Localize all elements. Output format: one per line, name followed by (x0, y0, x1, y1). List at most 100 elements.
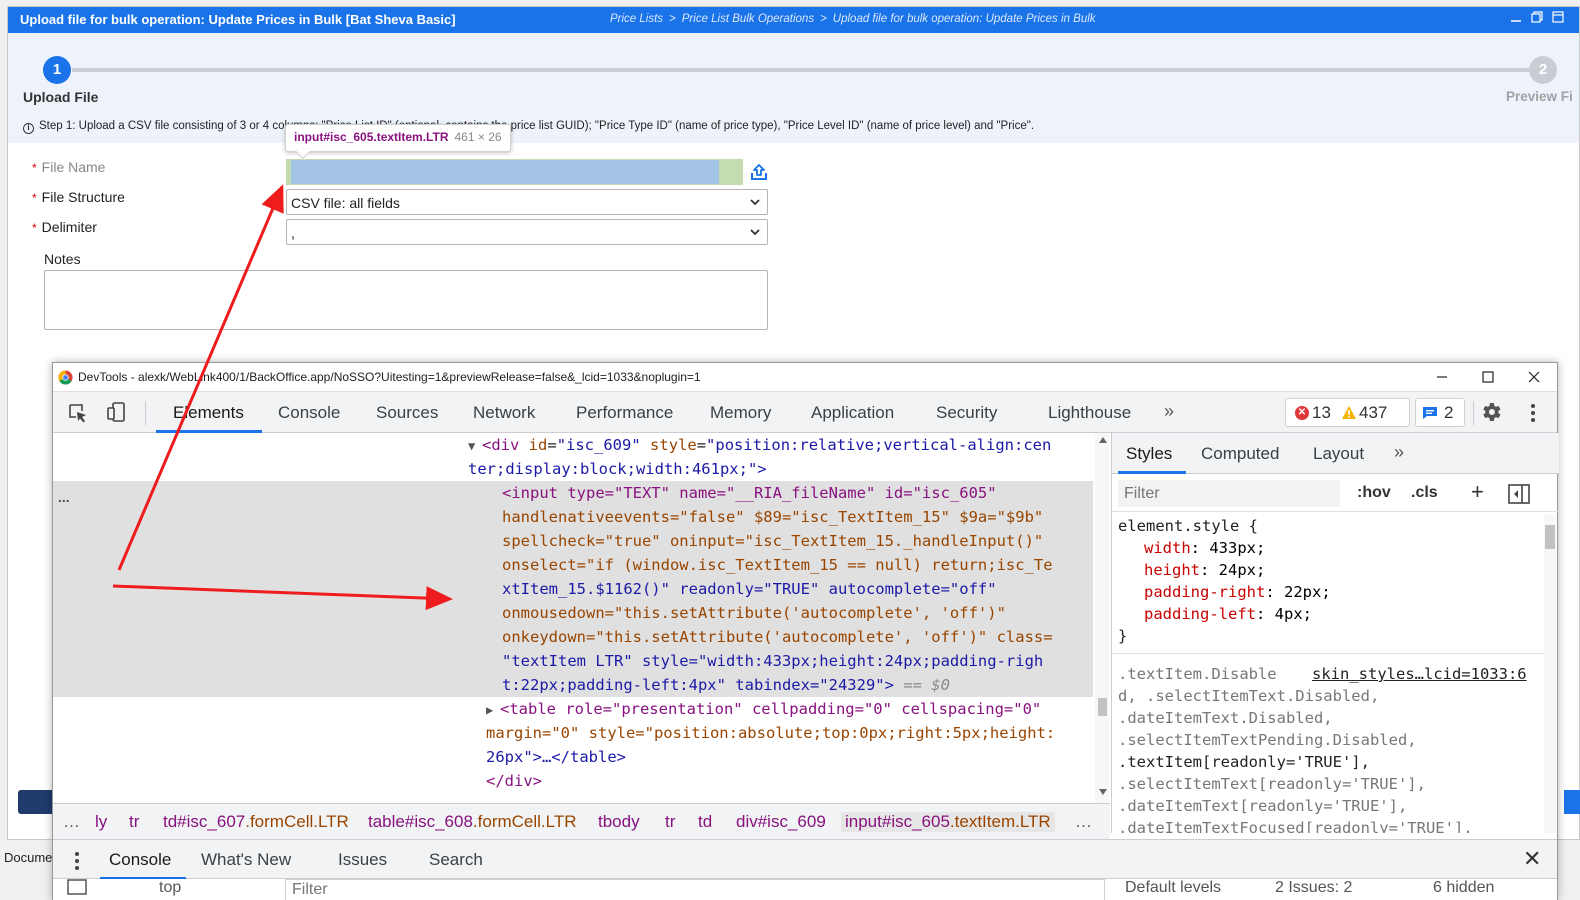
kebab-menu-icon[interactable] (1523, 402, 1543, 424)
crumb-item[interactable]: td (698, 812, 712, 832)
toolbar-separator (145, 401, 146, 425)
sidebar-toggle-icon[interactable] (67, 879, 87, 900)
restore-icon[interactable] (1529, 11, 1545, 27)
console-issues-text: 2 Issues: (1275, 879, 1340, 896)
elements-scrollbar[interactable] (1095, 433, 1109, 803)
crumb-item[interactable]: table#isc_608.formCell.LTR (368, 812, 577, 832)
console-toolbar: top Default levels 2 Issues: 2 6 hidden (53, 879, 1557, 900)
tab-application[interactable]: Application (811, 403, 894, 423)
style-property[interactable]: padding-left: 4px; (1144, 603, 1312, 625)
tab-performance[interactable]: Performance (576, 403, 673, 423)
hov-button[interactable]: :hov (1357, 484, 1391, 502)
file-name-input[interactable] (286, 159, 743, 185)
close-icon[interactable] (1550, 11, 1566, 27)
crumbs-scroll-right[interactable]: … (1075, 812, 1092, 832)
tab-sources[interactable]: Sources (376, 403, 438, 423)
drawer-menu-icon[interactable] (69, 850, 85, 872)
step-info: i Step 1: Upload a CSV file consisting of… (23, 120, 1034, 134)
tab-layout[interactable]: Layout (1313, 444, 1364, 464)
tag-open: <div (482, 436, 520, 454)
breadcrumb-bulk-operations[interactable]: Price List Bulk Operations (682, 13, 814, 25)
issues-counter[interactable]: 2 (1415, 398, 1465, 427)
notes-textarea[interactable] (44, 270, 768, 330)
more-tabs-button[interactable]: » (1394, 442, 1404, 463)
crumb-item[interactable]: ly (95, 812, 107, 832)
rule-selector: .dateItemTextFocused[readonly='TRUE'], (1118, 819, 1473, 833)
tab-computed[interactable]: Computed (1201, 444, 1279, 464)
scroll-thumb[interactable] (1098, 698, 1107, 716)
rule-selector: .textItem[readonly='TRUE'], (1118, 753, 1370, 771)
tab-styles[interactable]: Styles (1126, 444, 1172, 464)
console-filter-input[interactable] (285, 879, 1105, 900)
table-node-line: 26px">…</table> (486, 748, 626, 766)
file-structure-select[interactable]: CSV file: all fields (286, 189, 768, 215)
device-toolbar-icon[interactable] (106, 401, 128, 423)
log-levels-select[interactable]: Default levels (1125, 879, 1221, 897)
console-context-select[interactable]: top (159, 879, 181, 897)
tab-network[interactable]: Network (473, 403, 535, 423)
step-1-label: Upload File (23, 89, 99, 105)
drawer-tab-search[interactable]: Search (429, 850, 483, 870)
breadcrumb-price-lists[interactable]: Price Lists (610, 13, 663, 25)
styles-scrollbar[interactable] (1544, 515, 1556, 833)
step-2-circle[interactable]: 2 (1529, 56, 1557, 84)
cls-button[interactable]: .cls (1411, 484, 1438, 502)
drawer-tabbar: Console What's New Issues Search ✕ (53, 839, 1557, 880)
expanded-triangle-icon[interactable]: ▼ (468, 434, 482, 458)
tab-elements[interactable]: Elements (173, 403, 244, 423)
crumb-item[interactable]: tbody (598, 812, 640, 832)
gear-icon[interactable] (1479, 400, 1503, 424)
crumbs-scroll-left[interactable]: … (63, 812, 80, 832)
stylesheet-source-link[interactable]: skin_styles…lcid=1033:6 (1312, 663, 1527, 685)
prop-name: width (1144, 539, 1191, 557)
new-rule-button[interactable]: + (1471, 479, 1484, 505)
collapsed-triangle-icon[interactable]: ▶ (486, 698, 500, 722)
scroll-up-icon[interactable] (1099, 437, 1107, 443)
input-node-line: spellcheck="true" oninput="isc_TextItem_… (502, 529, 1043, 553)
scroll-down-icon[interactable] (1099, 789, 1107, 795)
drawer-tab-whats-new[interactable]: What's New (201, 850, 291, 870)
required-mark: * (32, 191, 37, 205)
more-tabs-button[interactable]: » (1164, 401, 1174, 422)
close-drawer-icon[interactable]: ✕ (1523, 846, 1541, 872)
inspect-element-icon[interactable] (67, 402, 89, 424)
tab-lighthouse[interactable]: Lighthouse (1048, 403, 1131, 423)
tab-security[interactable]: Security (936, 403, 997, 423)
minimize-icon[interactable] (1508, 11, 1524, 27)
div-node-line[interactable]: ▼ <div id="isc_609" style="position:relat… (468, 433, 1051, 458)
step-info-text: Step 1: Upload a CSV file consisting of … (39, 120, 1035, 132)
toggle-sidebar-icon[interactable] (1508, 484, 1530, 504)
table-node-line[interactable]: ▶ <table role="presentation" cellpadding=… (486, 697, 1041, 722)
tab-console[interactable]: Console (278, 403, 340, 423)
attr-name: id (528, 436, 548, 454)
style-property[interactable]: width: 433px; (1144, 537, 1265, 559)
crumb-item[interactable]: tr (129, 812, 139, 832)
console-issues-label[interactable]: 2 Issues: 2 (1275, 879, 1352, 897)
errors-warnings-counter[interactable]: ✕ 13 437 (1285, 398, 1410, 427)
file-structure-value: CSV file: all fields (291, 195, 400, 211)
crumb-tag: table#isc_608 (368, 812, 473, 831)
crumb-item[interactable]: div#isc_609 (736, 812, 826, 832)
upload-icon[interactable] (749, 162, 769, 182)
tab-memory[interactable]: Memory (710, 403, 771, 423)
drawer-tab-console[interactable]: Console (109, 850, 171, 870)
crumb-item-active[interactable]: input#isc_605.textItem.LTR (841, 812, 1055, 832)
minimize-icon[interactable] (1431, 367, 1453, 389)
delimiter-select[interactable]: , (286, 219, 768, 245)
app-right-button[interactable] (1564, 790, 1580, 814)
required-mark: * (32, 161, 37, 175)
styles-filter-input[interactable] (1118, 480, 1340, 507)
crumb-item[interactable]: td#isc_607.formCell.LTR (163, 812, 349, 832)
scroll-thumb[interactable] (1545, 525, 1555, 549)
close-icon[interactable] (1523, 367, 1545, 389)
style-property[interactable]: height: 24px; (1144, 559, 1265, 581)
drawer-tab-issues[interactable]: Issues (338, 850, 387, 870)
taskbar-label: Docume (4, 850, 53, 865)
node-ellipsis-button[interactable]: ... (58, 485, 70, 509)
maximize-icon[interactable] (1477, 367, 1499, 389)
style-property[interactable]: padding-right: 22px; (1144, 581, 1331, 603)
table-node-line: margin="0" style="position:absolute;top:… (486, 724, 1056, 742)
step-1-circle[interactable]: 1 (43, 56, 71, 84)
file-name-input-content (291, 160, 719, 184)
crumb-item[interactable]: tr (665, 812, 675, 832)
